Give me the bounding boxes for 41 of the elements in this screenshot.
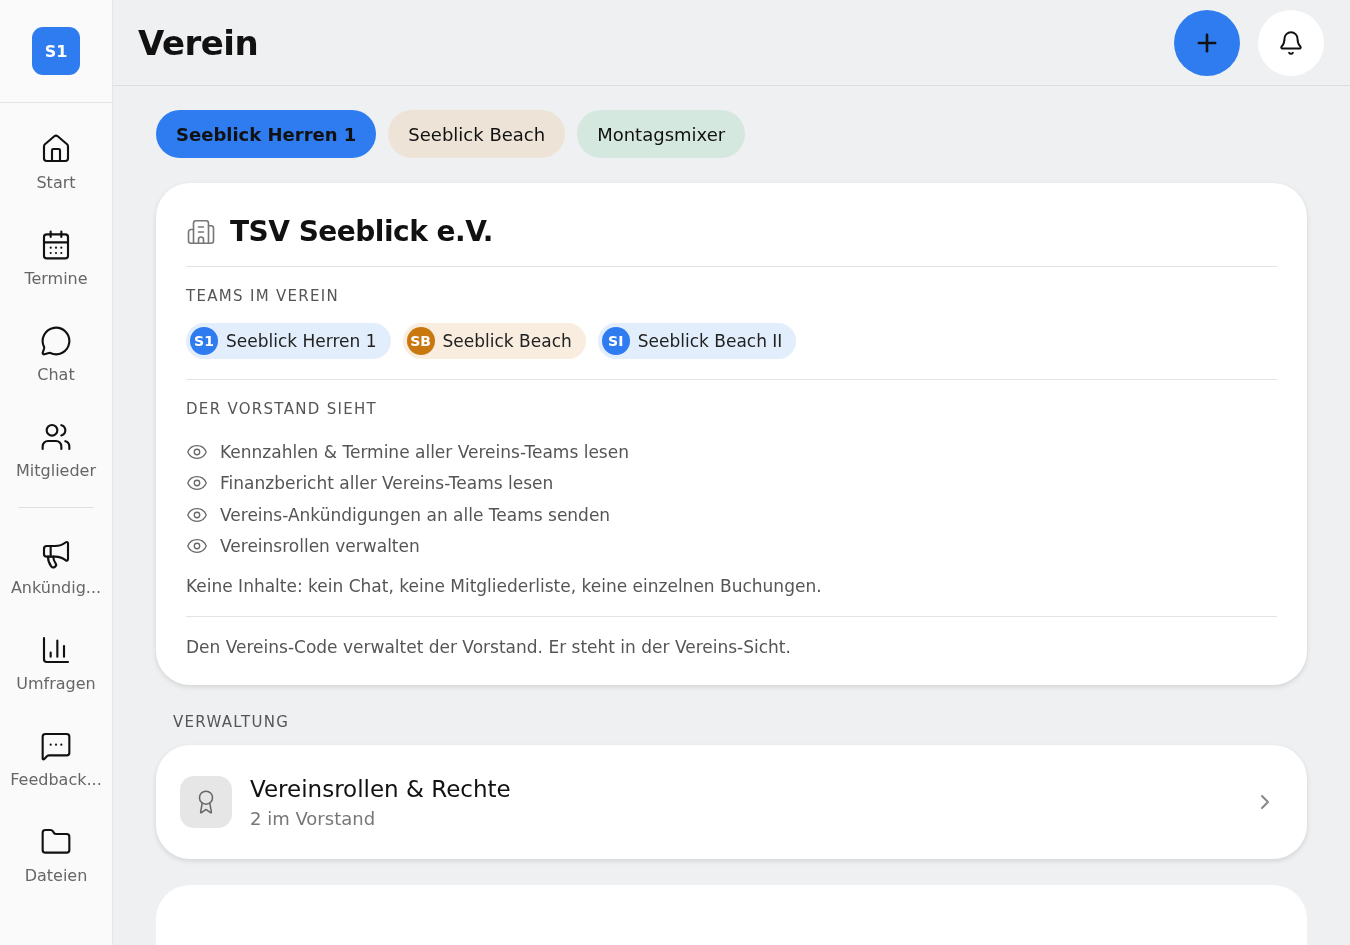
permission-text: Finanzbericht aller Vereins-Teams lesen bbox=[220, 473, 554, 494]
calendar-icon bbox=[40, 229, 72, 261]
award-icon bbox=[180, 776, 232, 828]
nav-item[interactable]: Umfragen bbox=[0, 634, 113, 726]
permission-text: Vereins-Ankündigungen an alle Teams senden bbox=[220, 504, 611, 525]
row-subtitle: 2 im Vorstand bbox=[250, 807, 377, 829]
note-text: Keine Inhalte: kein Chat, keine Mitgliederliste, keine einzelnen Buchungen. bbox=[186, 576, 823, 596]
permission-text: Kennzahlen & Termine aller Vereins-Teams lesen bbox=[220, 441, 629, 462]
section-heading: TEAMS IM VEREIN bbox=[186, 287, 341, 305]
message-dots-icon bbox=[40, 730, 72, 762]
team-avatar: SI bbox=[601, 327, 630, 355]
team-avatar: S1 bbox=[190, 327, 218, 355]
home-icon bbox=[40, 133, 72, 165]
permission-text: Vereinsrollen verwalten bbox=[220, 536, 420, 557]
section-heading: DER VORSTAND SIEHT bbox=[186, 400, 379, 418]
settings-row[interactable]: Vereinsrollen & Rechte 2 im Vorstand bbox=[156, 745, 1307, 859]
megaphone-icon bbox=[40, 538, 72, 570]
team-tab[interactable]: Seeblick Beach bbox=[388, 110, 566, 158]
nav-item[interactable]: Dateien bbox=[0, 826, 113, 918]
team-chip[interactable]: S1 Seeblick Herren 1 bbox=[186, 323, 391, 359]
section-heading: VERWALTUNG bbox=[173, 713, 291, 731]
club-name: TSV Seeblick e.V. bbox=[230, 215, 493, 248]
bell-icon bbox=[1278, 29, 1304, 56]
team-chip[interactable]: SB Seeblick Beach bbox=[402, 323, 586, 359]
nav-item[interactable]: Ankündig... bbox=[0, 538, 113, 630]
bar-chart-icon bbox=[40, 634, 72, 666]
chat-bubble-icon bbox=[40, 325, 72, 357]
team-tab[interactable]: Montagsmixer bbox=[577, 110, 746, 158]
team-tab[interactable]: Seeblick Herren 1 bbox=[156, 110, 377, 158]
people-icon bbox=[40, 421, 72, 453]
nav-item[interactable]: Feedback... bbox=[0, 730, 113, 822]
nav-item[interactable]: Termine bbox=[0, 229, 113, 321]
team-chip[interactable]: SI Seeblick Beach II bbox=[597, 323, 797, 359]
team-avatar: SB bbox=[406, 327, 435, 355]
nav-item[interactable]: Start bbox=[0, 133, 113, 225]
footer-text: Den Vereins-Code verwaltet der Vorstand. Er steht in der Vereins-Sicht. bbox=[186, 637, 792, 657]
row-title: Vereinsrollen & Rechte bbox=[250, 775, 512, 802]
page-title: Verein bbox=[138, 22, 260, 63]
team-logo[interactable]: S1 bbox=[32, 27, 80, 75]
nav-item[interactable]: Chat bbox=[0, 325, 113, 417]
nav-item[interactable]: Mitglieder bbox=[0, 421, 113, 513]
